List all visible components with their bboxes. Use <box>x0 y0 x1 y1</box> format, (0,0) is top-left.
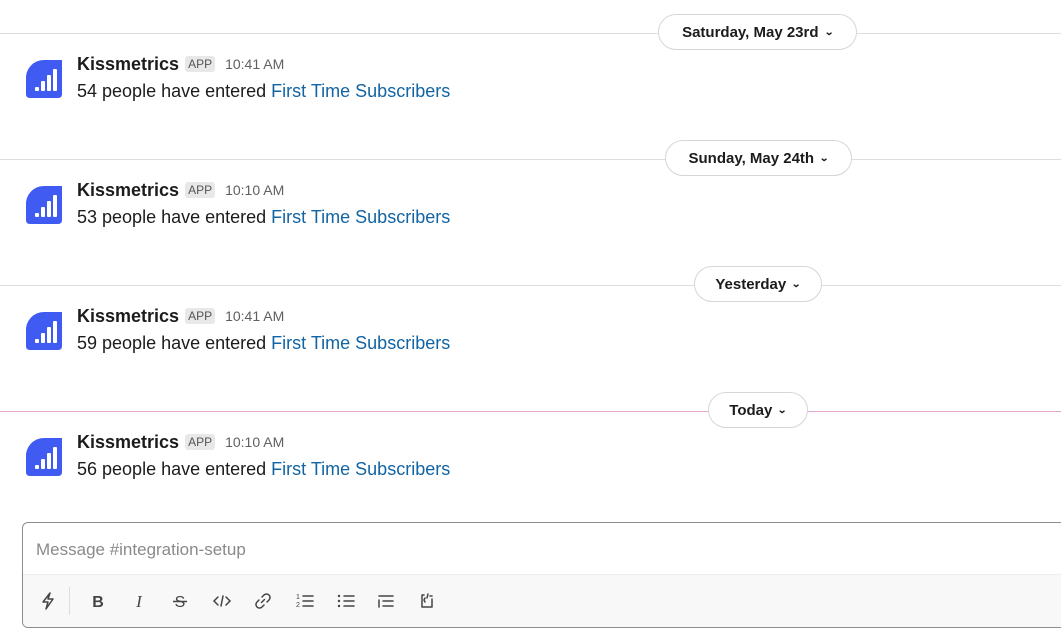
chevron-down-icon: ⌄ <box>819 152 830 164</box>
segment-link[interactable]: First Time Subscribers <box>271 459 450 479</box>
message: Kissmetrics APP 10:10 AM 53 people have … <box>22 180 450 229</box>
code-icon[interactable] <box>209 589 235 613</box>
kissmetrics-avatar[interactable] <box>22 432 67 477</box>
day-section-sunday: Sunday, May 24th ⌄ Kissmetrics APP 10:10… <box>0 126 1061 252</box>
chevron-down-icon: ⌄ <box>777 404 788 416</box>
message-body: 54 people have entered <box>77 81 272 101</box>
date-pill[interactable]: Sunday, May 24th ⌄ <box>665 140 852 176</box>
message-text: 54 people have entered First Time Subscr… <box>77 79 450 103</box>
message-timestamp[interactable]: 10:10 AM <box>225 434 284 450</box>
today-divider-line <box>0 411 1061 412</box>
date-pill-label: Yesterday <box>715 275 787 293</box>
date-divider-line <box>0 33 1061 34</box>
date-pill-label: Sunday, May 24th <box>688 149 815 167</box>
app-badge: APP <box>185 308 216 324</box>
message: Kissmetrics APP 10:10 AM 56 people have … <box>22 432 450 481</box>
kissmetrics-avatar[interactable] <box>22 180 67 225</box>
svg-text:B: B <box>92 594 104 611</box>
message: Kissmetrics APP 10:41 AM 59 people have … <box>22 306 450 355</box>
message-body: 59 people have entered <box>77 333 272 353</box>
segment-link[interactable]: First Time Subscribers <box>271 207 450 227</box>
day-section-saturday: Saturday, May 23rd ⌄ Kissmetrics APP 10:… <box>0 0 1061 126</box>
shortcuts-lightning-icon[interactable] <box>35 589 61 613</box>
chevron-down-icon: ⌄ <box>823 26 834 38</box>
sender-name[interactable]: Kissmetrics <box>77 180 179 201</box>
bulleted-list-icon[interactable] <box>333 589 359 613</box>
bold-icon[interactable]: B <box>85 589 111 613</box>
segment-link[interactable]: First Time Subscribers <box>271 333 450 353</box>
day-section-today: Today ⌄ Kissmetrics APP 10:10 AM 56 peop… <box>0 378 1061 504</box>
chevron-down-icon: ⌄ <box>791 278 802 290</box>
message-text: 56 people have entered First Time Subscr… <box>77 457 450 481</box>
app-badge: APP <box>185 182 216 198</box>
link-icon[interactable] <box>250 589 276 613</box>
kissmetrics-avatar[interactable] <box>22 306 67 351</box>
sender-name[interactable]: Kissmetrics <box>77 306 179 327</box>
date-pill-label: Today <box>729 401 773 419</box>
sender-name[interactable]: Kissmetrics <box>77 54 179 75</box>
segment-link[interactable]: First Time Subscribers <box>271 81 450 101</box>
app-badge: APP <box>185 56 216 72</box>
day-section-yesterday: Yesterday ⌄ Kissmetrics APP 10:41 AM 59 … <box>0 252 1061 378</box>
message-body: 56 people have entered <box>77 459 272 479</box>
date-pill[interactable]: Today ⌄ <box>708 392 808 428</box>
message-text: 53 people have entered First Time Subscr… <box>77 205 450 229</box>
ordered-list-icon[interactable]: 12 <box>292 589 318 613</box>
message-text: 59 people have entered First Time Subscr… <box>77 331 450 355</box>
svg-text:2: 2 <box>296 602 300 609</box>
app-badge: APP <box>185 434 216 450</box>
date-divider-line <box>0 285 1061 286</box>
message: Kissmetrics APP 10:41 AM 54 people have … <box>22 54 450 103</box>
date-pill-label: Saturday, May 23rd <box>682 23 819 41</box>
message-timestamp[interactable]: 10:10 AM <box>225 182 284 198</box>
date-pill[interactable]: Yesterday ⌄ <box>694 266 822 302</box>
blockquote-icon[interactable] <box>373 589 399 613</box>
svg-text:I: I <box>135 592 143 611</box>
formatting-toolbar: B I S 12 <box>23 574 1061 627</box>
message-timestamp[interactable]: 10:41 AM <box>225 308 284 324</box>
message-input[interactable] <box>23 523 1061 577</box>
toolbar-separator <box>69 587 70 615</box>
date-divider-line <box>0 159 1061 160</box>
message-timestamp[interactable]: 10:41 AM <box>225 56 284 72</box>
sender-name[interactable]: Kissmetrics <box>77 432 179 453</box>
svg-text:1: 1 <box>296 594 300 601</box>
date-pill[interactable]: Saturday, May 23rd ⌄ <box>658 14 857 50</box>
message-composer: B I S 12 <box>22 522 1061 628</box>
kissmetrics-avatar[interactable] <box>22 54 67 99</box>
svg-text:S: S <box>175 594 186 611</box>
code-block-icon[interactable] <box>414 589 440 613</box>
message-body: 53 people have entered <box>77 207 272 227</box>
italic-icon[interactable]: I <box>126 589 152 613</box>
strikethrough-icon[interactable]: S <box>167 589 193 613</box>
